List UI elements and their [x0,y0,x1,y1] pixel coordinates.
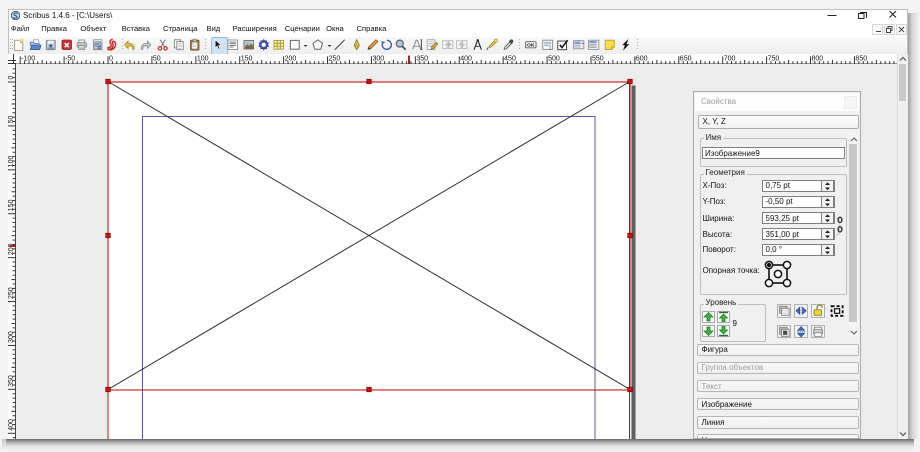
svg-text:800: 800 [812,55,824,62]
svg-text:100: 100 [197,55,209,62]
svg-text:250: 250 [8,287,15,299]
svg-text:300: 300 [8,331,15,343]
svg-text:50: 50 [153,55,161,62]
svg-text:200: 200 [285,55,297,62]
svg-text:600: 600 [636,55,648,62]
svg-text:750: 750 [768,55,780,62]
svg-text:100: 100 [8,156,15,168]
svg-text:500: 500 [548,55,560,62]
svg-text:550: 550 [592,55,604,62]
svg-text:850: 850 [855,55,867,62]
svg-text:650: 650 [680,55,692,62]
svg-text:0: 0 [8,76,15,80]
svg-text:250: 250 [329,55,341,62]
svg-text:450: 450 [504,55,516,62]
svg-text:1: 1 [548,46,551,52]
svg-text:300: 300 [372,55,384,62]
svg-text:350: 350 [416,55,428,62]
svg-text:700: 700 [724,55,736,62]
svg-text:150: 150 [241,55,253,62]
svg-text:50: 50 [8,116,15,124]
svg-text:350: 350 [8,375,15,387]
svg-text:-50: -50 [65,55,75,62]
svg-text:400: 400 [8,419,15,431]
svg-text:150: 150 [8,199,15,211]
svg-text:400: 400 [460,55,472,62]
svg-text:OK: OK [527,43,535,49]
